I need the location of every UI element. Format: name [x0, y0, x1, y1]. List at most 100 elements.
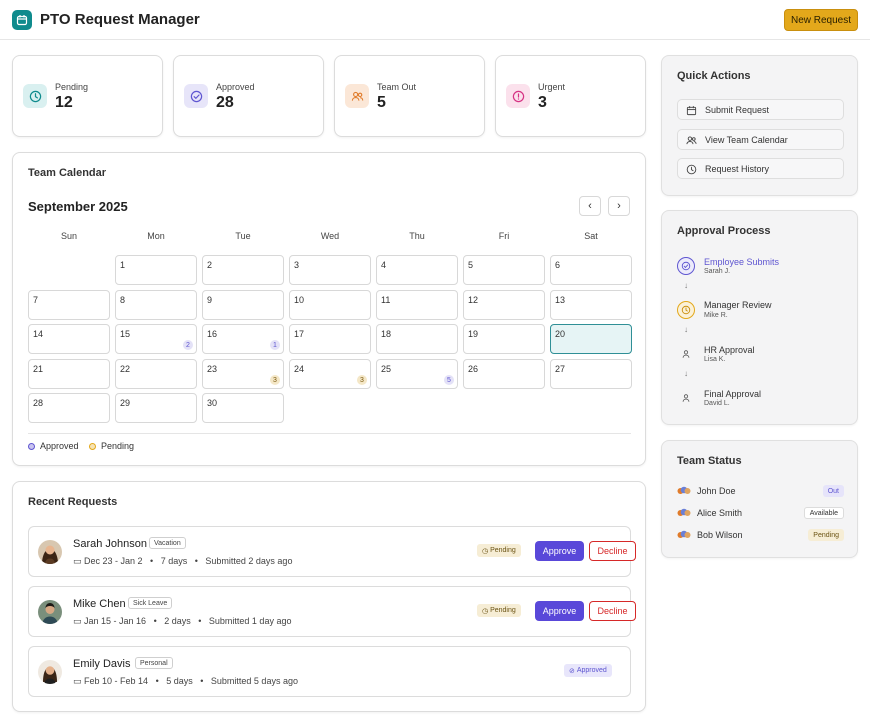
calendar-day-cell[interactable]: 9: [202, 290, 284, 320]
stat-label: Approved: [216, 82, 255, 92]
calendar-day-cell[interactable]: 20: [550, 324, 632, 354]
submit-request-button[interactable]: Submit Request: [677, 99, 844, 120]
step-title: HR Approval: [704, 345, 755, 355]
legend-label: Approved: [40, 441, 79, 451]
calendar-day-cell[interactable]: 6: [550, 255, 632, 285]
request-history-button[interactable]: Request History: [677, 158, 844, 179]
step-person: Mike R.: [704, 312, 728, 319]
calendar-icon: [686, 106, 697, 116]
stat-label: Pending: [55, 82, 89, 92]
leave-type-chip: Personal: [135, 657, 173, 669]
calendar-day-cell[interactable]: 12: [463, 290, 545, 320]
request-days: 5 days: [166, 676, 193, 686]
requester-name: Sarah Johnson: [73, 538, 147, 550]
approve-button[interactable]: Approve: [535, 541, 584, 561]
weekday-label: Fri: [498, 231, 510, 241]
view-team-calendar-button[interactable]: View Team Calendar: [677, 129, 844, 150]
calendar-day-cell[interactable]: 5: [463, 255, 545, 285]
calendar-day-cell[interactable]: 4: [376, 255, 458, 285]
status-badge: Out: [822, 485, 844, 497]
legend-label: Pending: [101, 441, 135, 451]
avatar: [38, 540, 62, 564]
calendar-day-cell[interactable]: 13: [550, 290, 632, 320]
calendar-day-cell[interactable]: 21: [28, 359, 110, 389]
request-submitted: Submitted 1 day ago: [208, 616, 292, 626]
weekday-label: Tue: [235, 231, 251, 241]
chevron-right-icon[interactable]: ›: [608, 196, 630, 216]
day-number: 22: [120, 364, 131, 374]
team-member-row: Alice Smith Available: [677, 507, 844, 521]
recent-requests-title: Recent Requests: [28, 496, 118, 508]
decline-button[interactable]: Decline: [589, 601, 636, 621]
calendar-day-cell[interactable]: 10: [289, 290, 371, 320]
day-number: 2: [207, 260, 213, 270]
status-badge: ◷ Pending: [477, 604, 521, 617]
calendar-day-cell[interactable]: 26: [463, 359, 545, 389]
day-count-badge: 2: [183, 340, 193, 350]
recent-requests-card: Recent Requests Sarah Johnson Vacation ▭…: [12, 481, 646, 712]
new-request-button[interactable]: New Request: [784, 9, 858, 31]
day-number: 3: [294, 260, 300, 270]
calendar-day-cell[interactable]: 16 1: [202, 324, 284, 354]
day-number: 8: [120, 295, 126, 305]
avatar: [38, 600, 62, 624]
calendar-day-cell[interactable]: 27: [550, 359, 632, 389]
calendar-day-cell[interactable]: 3: [289, 255, 371, 285]
requester-name: Mike Chen: [73, 598, 126, 610]
calendar-day-cell[interactable]: 1: [115, 255, 197, 285]
leave-type-chip: Sick Leave: [128, 597, 173, 609]
calendar-logo-icon: [12, 10, 32, 30]
status-badge-label: Pending: [490, 547, 516, 554]
clock-icon: ◷: [482, 547, 491, 555]
request-item: Sarah Johnson Vacation ▭ Dec 23 - Jan 2 …: [28, 526, 636, 577]
calendar-day-cell[interactable]: 19: [463, 324, 545, 354]
calendar-day-cell[interactable]: 8: [115, 290, 197, 320]
day-number: 15: [120, 329, 131, 339]
quick-action-label: Submit Request: [705, 105, 770, 115]
day-number: 25: [381, 364, 392, 374]
stat-card-urgent: Urgent 3: [495, 55, 646, 137]
calendar-day-cell[interactable]: 7: [28, 290, 110, 320]
step-title: Manager Review: [704, 300, 772, 310]
calendar-day-cell[interactable]: 23 3: [202, 359, 284, 389]
weekday-label: Mon: [147, 231, 165, 241]
approve-button[interactable]: Approve: [535, 601, 584, 621]
request-dates: Jan 15 - Jan 16: [84, 616, 147, 626]
status-badge: ◷ Pending: [477, 544, 521, 557]
clock-icon: [677, 301, 695, 319]
calendar-day-cell[interactable]: 15 2: [115, 324, 197, 354]
request-days: 2 days: [164, 616, 191, 626]
day-number: 27: [555, 364, 566, 374]
calendar-day-cell[interactable]: 11: [376, 290, 458, 320]
day-number: 4: [381, 260, 387, 270]
calendar-day-cell[interactable]: 2: [202, 255, 284, 285]
calendar-day-cell[interactable]: 25 5: [376, 359, 458, 389]
day-number: 30: [207, 398, 218, 408]
stat-value: 12: [55, 94, 73, 111]
chevron-left-icon[interactable]: ‹: [579, 196, 601, 216]
day-count-badge: 3: [270, 375, 280, 385]
calendar-day-cell[interactable]: 18: [376, 324, 458, 354]
day-number: 28: [33, 398, 44, 408]
calendar-day-cell[interactable]: 30: [202, 393, 284, 423]
calendar-day-cell[interactable]: 22: [115, 359, 197, 389]
stat-card-pending: Pending 12: [12, 55, 163, 137]
stat-card-approved: Approved 28: [173, 55, 324, 137]
team-calendar-card: Team Calendar September 2025 ‹ › Sun Mon T…: [12, 152, 646, 466]
clock-icon: [686, 164, 697, 175]
calendar-day-cell[interactable]: 24 3: [289, 359, 371, 389]
decline-button[interactable]: Decline: [589, 541, 636, 561]
day-number: 13: [555, 295, 566, 305]
arrow-down-icon: ↓: [684, 369, 688, 378]
legend-pending: Pending: [89, 441, 134, 451]
stat-label: Urgent: [538, 82, 566, 92]
month-label: September 2025: [28, 199, 128, 214]
calendar-small-icon: ▭: [73, 676, 85, 686]
calendar-day-cell[interactable]: 14: [28, 324, 110, 354]
approval-process-panel: Approval Process Employee Submits Sarah …: [661, 210, 858, 425]
day-number: 10: [294, 295, 305, 305]
calendar-day-cell[interactable]: 29: [115, 393, 197, 423]
calendar-day-cell[interactable]: 17: [289, 324, 371, 354]
calendar-day-cell[interactable]: 28: [28, 393, 110, 423]
team-avatar-icon: [677, 530, 691, 538]
